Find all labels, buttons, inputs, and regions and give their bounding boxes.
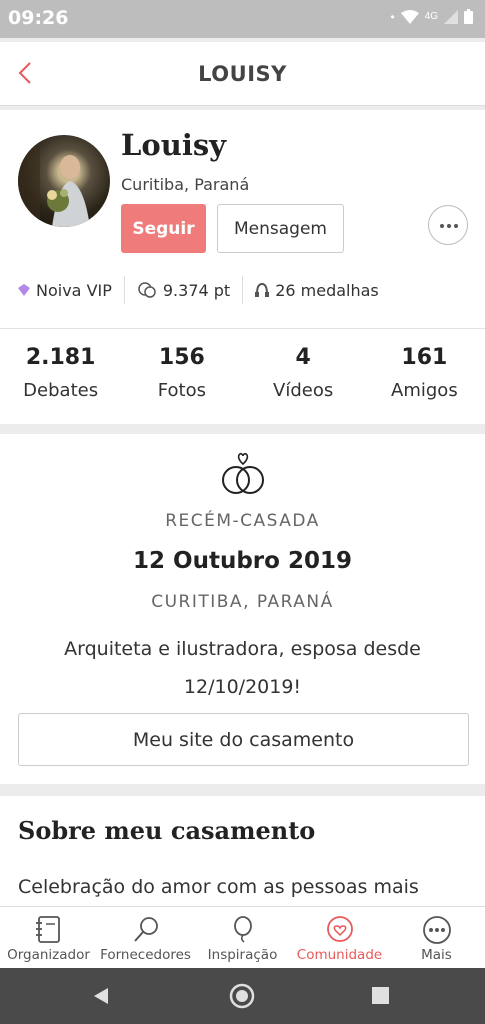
- notebook-icon: [35, 916, 60, 943]
- nav-item-fornecedores[interactable]: Fornecedores: [97, 907, 194, 968]
- stat-value: 161: [401, 345, 448, 370]
- more-dots-icon: [440, 224, 444, 228]
- nav-item-inspiracao[interactable]: Inspiração: [194, 907, 291, 968]
- wifi-icon: [400, 9, 419, 24]
- profile-badges: Noiva VIP 9.374 pt 26 medalhas: [18, 276, 379, 304]
- stat-videos[interactable]: 4 Vídeos: [243, 329, 364, 424]
- chat-bubbles-icon: [138, 282, 156, 298]
- more-dot: [447, 224, 451, 228]
- app-header: LOUISY: [0, 42, 485, 106]
- message-button[interactable]: Mensagem: [217, 204, 344, 253]
- system-navigation-bar: [0, 968, 485, 1024]
- status-icons: • 4G: [390, 9, 473, 24]
- signal-icon: [444, 9, 458, 24]
- wedding-date: 12 Outubro 2019: [133, 548, 352, 574]
- system-recents-icon[interactable]: [372, 987, 389, 1004]
- more-options-button[interactable]: [428, 205, 468, 245]
- about-section: Sobre meu casamento Celebração do amor c…: [0, 796, 485, 908]
- battery-icon: [464, 9, 473, 24]
- nav-label: Comunidade: [296, 947, 383, 963]
- profile-bio: Arquiteta e ilustradora, esposa desde 12…: [64, 638, 421, 698]
- profile-stats: 2.181 Debates 156 Fotos 4 Vídeos 161 Ami…: [0, 328, 485, 424]
- page-title: LOUISY: [198, 62, 287, 86]
- points-label: 9.374 pt: [162, 280, 231, 300]
- divider: [123, 276, 125, 304]
- profile-card: Louisy Curitiba, Paraná Seguir Mensagem …: [0, 110, 485, 328]
- network-type: 4G: [424, 11, 438, 22]
- nav-label: Mais: [421, 947, 452, 963]
- stat-label: Fotos: [157, 380, 206, 401]
- section-title: Sobre meu casamento: [18, 816, 316, 845]
- chat-heart-icon: [326, 916, 353, 942]
- stat-label: Amigos: [391, 380, 458, 401]
- more-dot: [454, 224, 458, 228]
- system-back-icon[interactable]: [92, 987, 110, 1005]
- search-icon: [133, 917, 158, 942]
- stat-label: Debates: [23, 380, 99, 401]
- stat-value: 2.181: [25, 345, 96, 370]
- avatar-photo: [18, 135, 90, 227]
- vip-badge[interactable]: Noiva VIP: [18, 281, 112, 300]
- clock: 09:26: [8, 7, 69, 29]
- medals-badge[interactable]: 26 medalhas: [255, 281, 379, 300]
- wedding-rings-icon: [222, 452, 264, 494]
- stat-photos[interactable]: 156 Fotos: [121, 329, 242, 424]
- stat-value: 156: [158, 345, 205, 370]
- diamond-icon: [18, 284, 30, 296]
- marital-status: RECÉM-CASADA: [165, 511, 320, 531]
- wedding-info-card: RECÉM-CASADA 12 Outubro 2019 CURITIBA, P…: [0, 434, 485, 784]
- about-text: Celebração do amor com as pessoas mais: [18, 876, 419, 898]
- vip-label: Noiva VIP: [36, 280, 112, 300]
- medal-icon: [255, 282, 270, 297]
- wedding-site-button[interactable]: Meu site do casamento: [18, 713, 469, 766]
- nav-item-mais[interactable]: Mais: [388, 907, 485, 968]
- nav-label: Fornecedores: [100, 947, 191, 963]
- stat-label: Vídeos: [273, 380, 334, 401]
- avatar[interactable]: [18, 135, 110, 227]
- wedding-city: CURITIBA, PARANÁ: [151, 592, 334, 612]
- nav-item-organizador[interactable]: Organizador: [0, 907, 97, 968]
- stat-value: 4: [295, 345, 311, 370]
- system-home-icon[interactable]: [229, 983, 255, 1009]
- nav-label: Inspiração: [207, 947, 278, 963]
- nav-item-comunidade[interactable]: Comunidade: [291, 907, 388, 968]
- stat-friends[interactable]: 161 Amigos: [364, 329, 485, 424]
- profile-location: Curitiba, Paraná: [121, 175, 250, 194]
- divider: [242, 276, 244, 304]
- balloon-icon: [233, 916, 252, 943]
- nav-label: Organizador: [7, 947, 90, 963]
- status-bar: 09:26 • 4G: [0, 0, 485, 38]
- profile-name: Louisy: [121, 128, 227, 162]
- follow-button[interactable]: Seguir: [121, 204, 206, 253]
- medals-label: 26 medalhas: [275, 280, 379, 300]
- stat-debates[interactable]: 2.181 Debates: [0, 329, 121, 424]
- notification-dot-icon: •: [390, 9, 395, 24]
- bottom-navigation: Organizador Fornecedores Inspiração Comu…: [0, 906, 485, 968]
- more-icon: [422, 916, 451, 944]
- points-badge[interactable]: 9.374 pt: [137, 281, 230, 300]
